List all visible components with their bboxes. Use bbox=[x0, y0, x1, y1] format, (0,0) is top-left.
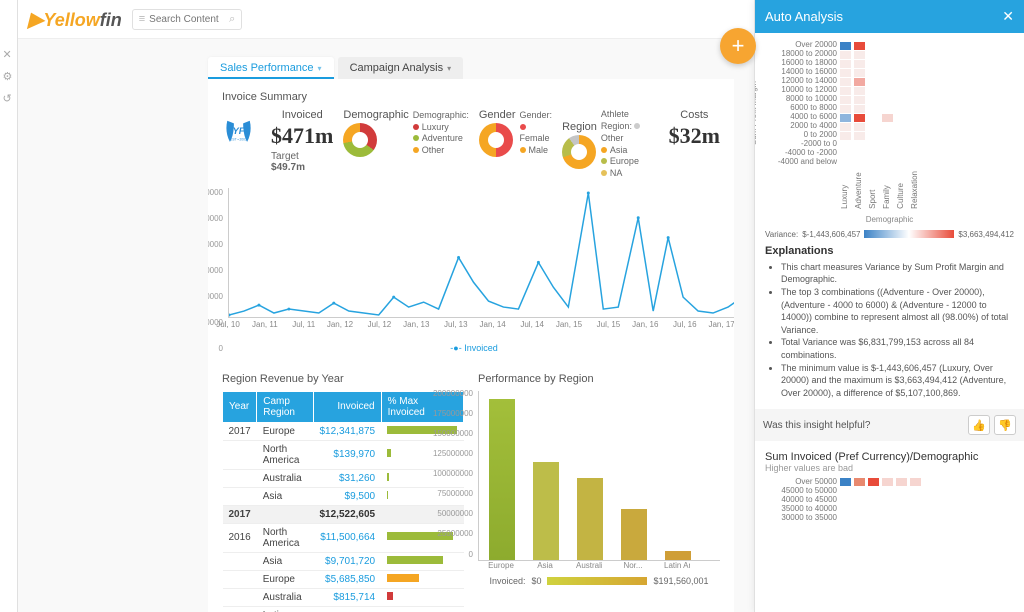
explanation-item: This chart measures Variance by Sum Prof… bbox=[781, 261, 1014, 286]
bar-x-axis: Europe Asia Australia Nor... Latin Ameri… bbox=[478, 561, 720, 570]
tabs: Sales Performance▾ Campaign Analysis▾ bbox=[18, 39, 754, 79]
heatmap-x-labels: LuxuryAdventureSportFamilyCultureRelaxat… bbox=[840, 171, 1014, 209]
explanation-item: The top 3 combinations ((Adventure - Ove… bbox=[781, 286, 1014, 336]
gear-icon[interactable]: ⚙ bbox=[3, 70, 15, 82]
explanation-item: The minimum value is $-1,443,606,457 (Lu… bbox=[781, 362, 1014, 400]
menu-icon[interactable]: ≡ bbox=[139, 13, 145, 25]
auto-analysis-panel: Auto Analysis ✕ Sum Profit Margin Over 2… bbox=[754, 0, 1024, 612]
legend-demographic: Demographic: Luxury Adventure Other bbox=[413, 110, 469, 157]
thumbs-up-button[interactable]: 👍 bbox=[968, 415, 990, 435]
search-box[interactable]: ≡ ⌕ bbox=[132, 9, 243, 30]
close-icon[interactable]: ✕ bbox=[1002, 8, 1014, 25]
sub-chart-title: Sum Invoiced (Pref Currency)/Demographic bbox=[765, 451, 1014, 463]
explanations: Explanations This chart measures Varianc… bbox=[765, 245, 1014, 400]
logo: ▶Yellowfin bbox=[28, 7, 122, 32]
kpi-invoiced: Invoiced $471m Target $49.7m bbox=[271, 109, 333, 173]
add-button[interactable]: + bbox=[720, 28, 754, 64]
variance-legend: Variance: $-1,443,606,457 $3,663,494,412 bbox=[765, 230, 1014, 239]
performance-bar-panel: Performance by Region 200000000 17500000… bbox=[478, 371, 720, 612]
thumbs-down-button[interactable]: 👎 bbox=[994, 415, 1016, 435]
heatmap-invoiced[interactable]: Over 5000045000 to 5000040000 to 4500035… bbox=[765, 477, 1014, 522]
line-chart-legend: -●- Invoiced bbox=[228, 343, 720, 353]
invoice-line-chart[interactable] bbox=[228, 188, 734, 318]
table-row: Latin America$503,910 bbox=[223, 606, 464, 612]
main-area: ▶Yellowfin ≡ ⌕ + Sales Performance▾ Camp… bbox=[18, 0, 754, 612]
history-icon[interactable]: ↺ bbox=[3, 92, 15, 104]
search-icon[interactable]: ⌕ bbox=[229, 13, 235, 26]
svg-text:EST • 2003: EST • 2003 bbox=[230, 138, 247, 142]
left-rail: ✕ ⚙ ↺ bbox=[0, 0, 18, 612]
bar-y-axis: 200000000 175000000 150000000 125000000 … bbox=[423, 389, 473, 559]
invoice-summary-title: Invoice Summary bbox=[222, 91, 720, 103]
line-x-axis: Jul, 10 Jan, 11 Jul, 11 Jan, 12 Jul, 12 … bbox=[228, 318, 734, 329]
close-icon[interactable]: ✕ bbox=[3, 48, 15, 60]
donut-gender bbox=[479, 123, 513, 157]
heatmap-y-label: Sum Profit Margin bbox=[755, 81, 758, 145]
table-title: Region Revenue by Year bbox=[222, 373, 464, 385]
search-input[interactable] bbox=[149, 14, 229, 25]
heatmap-variance[interactable]: Sum Profit Margin Over 2000018000 to 200… bbox=[765, 41, 1014, 224]
explanation-item: Total Variance was $6,831,799,153 across… bbox=[781, 336, 1014, 361]
tab-sales-performance[interactable]: Sales Performance▾ bbox=[208, 57, 334, 79]
kpi-costs: Costs $32m bbox=[669, 109, 720, 149]
bar-gradient-legend: Invoiced: $0 $191,560,001 bbox=[478, 576, 720, 586]
kpi-demographic: Demographic Demographic: Luxury Adventur… bbox=[343, 109, 468, 157]
kpi-region: Region Athlete Region: Other Asia Europe… bbox=[562, 109, 659, 179]
auto-analysis-header: Auto Analysis ✕ bbox=[755, 0, 1024, 33]
heatmap-x-title: Demographic bbox=[765, 215, 1014, 224]
brand-badge-icon: YF EST • 2003 bbox=[222, 109, 255, 155]
chevron-down-icon: ▾ bbox=[447, 64, 451, 73]
performance-bar-chart[interactable] bbox=[478, 391, 720, 561]
chevron-down-icon: ▾ bbox=[318, 64, 322, 73]
legend-gender: Gender: Female Male bbox=[520, 110, 553, 157]
legend-region: Athlete Region: Other Asia Europe NA bbox=[601, 109, 659, 179]
sub-chart-subtitle: Higher values are bad bbox=[765, 463, 1014, 473]
donut-demographic bbox=[343, 123, 377, 157]
perf-title: Performance by Region bbox=[478, 373, 720, 385]
kpi-row: YF EST • 2003 Invoiced $471m Target $49.… bbox=[222, 109, 720, 179]
svg-text:YF: YF bbox=[233, 126, 245, 136]
donut-region bbox=[562, 135, 596, 169]
table-row: Australia$815,714 bbox=[223, 588, 464, 606]
dashboard-content: Invoice Summary YF EST • 2003 Invoiced $… bbox=[208, 79, 734, 612]
line-chart-wrap: 60000000 50000000 40000000 30000000 2000… bbox=[228, 188, 720, 353]
table-row: Europe$5,685,850 bbox=[223, 570, 464, 588]
insight-feedback: Was this insight helpful? 👍 👎 bbox=[755, 409, 1024, 441]
topbar: ▶Yellowfin ≡ ⌕ bbox=[18, 0, 754, 39]
tab-campaign-analysis[interactable]: Campaign Analysis▾ bbox=[338, 57, 464, 79]
kpi-gender: Gender Gender: Female Male bbox=[479, 109, 552, 157]
